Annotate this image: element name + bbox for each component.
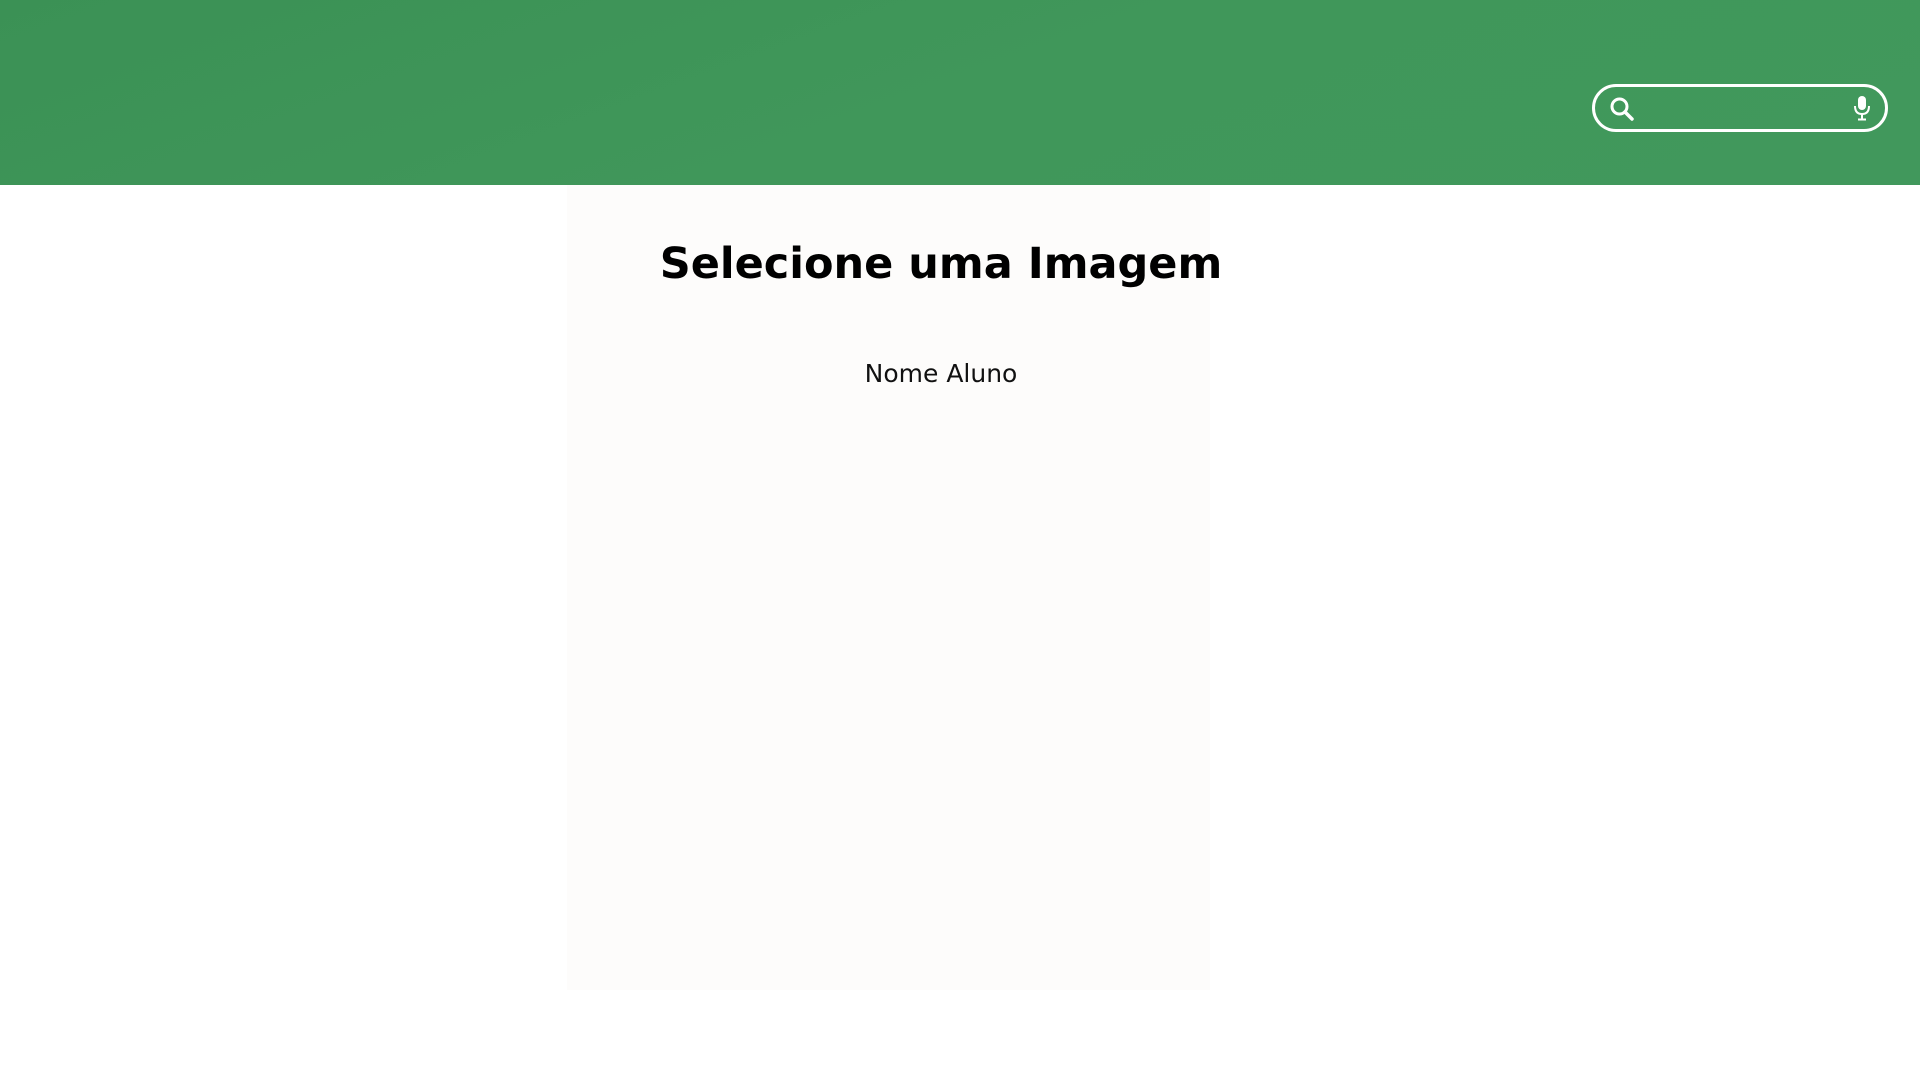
header-bar [0, 0, 1920, 185]
student-name-label: Nome Aluno [864, 359, 1018, 388]
microphone-icon[interactable] [1853, 95, 1871, 121]
search-icon[interactable] [1609, 96, 1635, 122]
search-input[interactable] [1641, 93, 1841, 125]
search-box[interactable] [1592, 84, 1888, 132]
page-title: Selecione uma Imagem [659, 239, 1223, 289]
content-panel [567, 185, 1210, 990]
